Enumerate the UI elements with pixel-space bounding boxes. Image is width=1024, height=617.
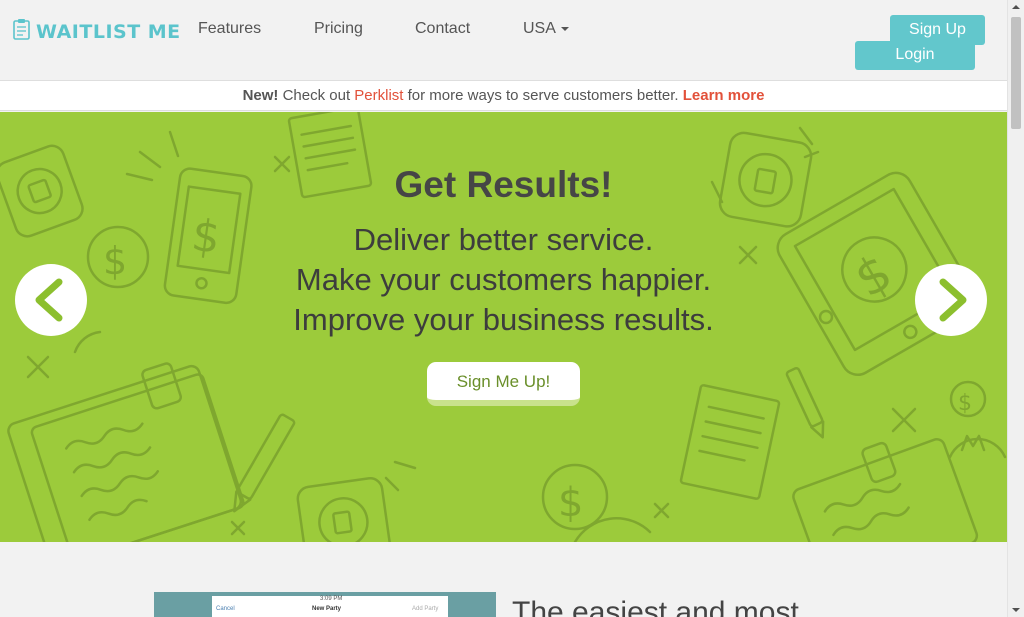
learn-more-link[interactable]: Learn more — [683, 87, 765, 104]
app-screenshot: 3:09 PM Cancel New Party Add Party — [154, 592, 496, 617]
svg-text:$: $ — [558, 480, 583, 526]
carousel-next-button[interactable] — [915, 264, 987, 336]
hero-title: Get Results! — [394, 164, 613, 205]
hero-carousel: $ $ $ $ $ Get Results! Deliver better se… — [0, 112, 1007, 542]
app-screenshot-screen: 3:09 PM Cancel New Party Add Party — [212, 596, 448, 617]
top-navbar: WAITLIST ME Features Pricing Contact USA… — [0, 0, 1007, 81]
features-section: 3:09 PM Cancel New Party Add Party The e… — [0, 542, 1007, 617]
brand-logo[interactable]: WAITLIST ME — [12, 18, 181, 45]
screenshot-cancel: Cancel — [216, 606, 235, 612]
screenshot-action: Add Party — [412, 606, 439, 612]
chevron-right-icon — [939, 278, 967, 322]
announcement-text-after: for more ways to serve customers better. — [403, 87, 683, 104]
country-dropdown[interactable]: USA — [523, 20, 569, 38]
new-badge: New! — [242, 87, 279, 104]
carousel-prev-button[interactable] — [15, 264, 87, 336]
hero-line-2: Make your customers happier. — [295, 262, 712, 297]
page-scrollbar[interactable] — [1007, 0, 1024, 617]
announcement-bar: New! Check out Perklist for more ways to… — [0, 81, 1007, 111]
scroll-thumb[interactable] — [1011, 17, 1021, 129]
caret-down-icon — [560, 26, 569, 31]
login-button[interactable]: Login — [855, 41, 975, 70]
scroll-down-arrow-icon[interactable] — [1012, 608, 1020, 612]
brand-name: WAITLIST ME — [36, 20, 181, 43]
announcement-text-before: Check out — [278, 87, 355, 104]
perklist-link[interactable]: Perklist — [354, 87, 403, 104]
section-heading: The easiest and most — [512, 596, 799, 617]
country-label: USA — [523, 20, 556, 37]
sign-me-up-button[interactable]: Sign Me Up! — [427, 362, 580, 406]
screenshot-time: 3:09 PM — [320, 596, 343, 602]
nav-contact[interactable]: Contact — [415, 20, 470, 38]
scroll-up-arrow-icon[interactable] — [1012, 5, 1020, 9]
hero-line-1: Deliver better service. — [353, 222, 654, 257]
svg-text:$: $ — [958, 391, 972, 416]
chevron-left-icon — [35, 278, 63, 322]
nav-features[interactable]: Features — [198, 20, 261, 38]
nav-pricing[interactable]: Pricing — [314, 20, 363, 38]
clipboard-icon — [12, 18, 32, 45]
hero-line-3: Improve your business results. — [293, 302, 714, 337]
screenshot-title: New Party — [312, 606, 342, 612]
